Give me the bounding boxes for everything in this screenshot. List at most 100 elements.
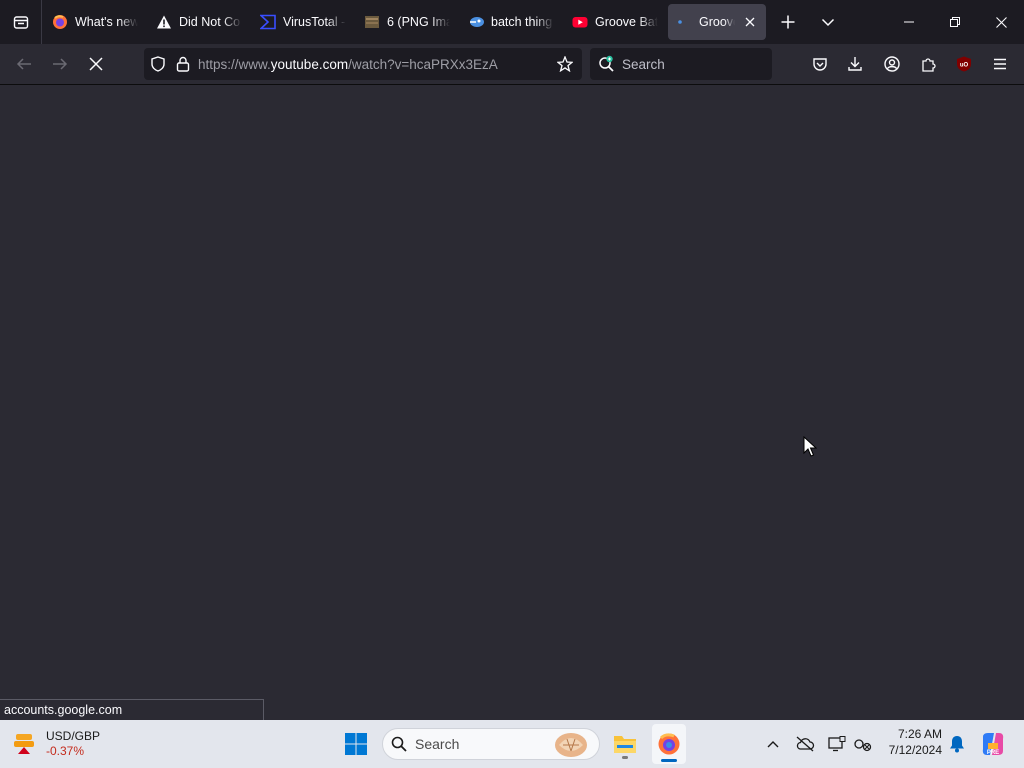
running-indicator — [622, 756, 628, 759]
cloud-offline-icon — [796, 736, 815, 752]
account-icon — [884, 56, 900, 72]
mouse-cursor-icon — [803, 435, 818, 463]
currency-chart-icon — [14, 734, 34, 754]
active-indicator — [661, 759, 677, 762]
new-tab-button[interactable] — [768, 0, 808, 44]
tab-png-image[interactable]: 6 (PNG Ima — [356, 4, 458, 40]
ublock-origin-button[interactable]: uO — [948, 48, 980, 80]
display-icon — [828, 736, 846, 752]
ublock-origin-icon: uO — [957, 56, 971, 72]
firefox-view-icon — [13, 16, 28, 29]
search-bar-placeholder: Search — [622, 56, 665, 72]
url-text[interactable]: https://www.youtube.com/watch?v=hcaPRXx3… — [194, 57, 548, 72]
youtube-icon — [572, 14, 588, 30]
status-panel: accounts.google.com — [0, 699, 264, 721]
tab-batch-thing[interactable]: batch thing — [460, 4, 562, 40]
taskbar-clock[interactable]: 7:26 AM 7/12/2024 — [880, 726, 942, 758]
account-button[interactable] — [876, 48, 908, 80]
search-highlight-shell-icon — [555, 733, 587, 757]
widget-change: -0.37% — [46, 744, 85, 758]
pocket-icon — [813, 58, 827, 71]
pocket-button[interactable] — [804, 48, 836, 80]
loading-icon — [676, 14, 692, 30]
restore-icon — [950, 17, 960, 27]
image-icon — [364, 14, 380, 30]
network-button[interactable] — [852, 732, 874, 756]
weather-finance-widget[interactable]: USD/GBP -0.37% — [12, 726, 100, 762]
stop-button[interactable] — [78, 48, 114, 80]
file-explorer-button[interactable] — [609, 726, 641, 762]
onedrive-button[interactable] — [794, 732, 816, 756]
forward-button[interactable] — [42, 48, 78, 80]
forward-arrow-icon — [53, 58, 68, 70]
download-icon — [848, 57, 862, 71]
copilot-button[interactable]: PRE — [978, 728, 1008, 760]
firefox-icon — [658, 733, 680, 755]
close-tab-icon[interactable] — [742, 14, 758, 30]
taskbar-search-placeholder: Search — [415, 736, 460, 752]
downloads-button[interactable] — [839, 48, 871, 80]
back-button[interactable] — [6, 48, 42, 80]
firefox-icon — [52, 14, 68, 30]
tab-label: VirusTotal - — [283, 15, 346, 29]
start-button[interactable] — [340, 728, 372, 760]
translate-icon — [468, 14, 484, 30]
url-bar[interactable]: https://www.youtube.com/watch?v=hcaPRXx3… — [144, 48, 582, 80]
virustotal-icon — [260, 14, 276, 30]
windows-taskbar: USD/GBP -0.37% Search 7:26 AM 7/12/2024 — [0, 720, 1024, 768]
app-menu-button[interactable] — [984, 48, 1016, 80]
navigation-toolbar: https://www.youtube.com/watch?v=hcaPRXx3… — [0, 44, 1024, 85]
restore-button[interactable] — [932, 0, 978, 44]
search-engine-icon[interactable] — [598, 55, 616, 73]
close-window-button[interactable] — [978, 0, 1024, 44]
search-icon — [391, 736, 407, 752]
warning-icon — [156, 14, 172, 30]
svg-text:PRE: PRE — [987, 750, 999, 756]
extensions-button[interactable] — [912, 48, 944, 80]
network-disconnected-icon — [854, 739, 872, 752]
search-bar[interactable]: Search — [590, 48, 772, 80]
tracking-protection-icon[interactable] — [144, 48, 172, 80]
plus-icon — [781, 15, 795, 29]
minimize-button[interactable] — [886, 0, 932, 44]
chevron-down-icon — [821, 18, 835, 27]
tab-label: Did Not Co — [179, 15, 241, 29]
tab-label: Groove — [699, 15, 735, 29]
back-arrow-icon — [16, 58, 31, 70]
close-icon — [995, 16, 1007, 28]
clock-date: 7/12/2024 — [888, 743, 942, 757]
bookmark-star-icon[interactable] — [548, 48, 582, 80]
windows-logo-icon — [345, 733, 367, 755]
puzzle-piece-icon — [922, 58, 936, 72]
hamburger-menu-icon — [994, 58, 1006, 70]
lock-icon[interactable] — [172, 48, 194, 80]
svg-text:uO: uO — [960, 63, 969, 69]
url-host: youtube.com — [270, 56, 349, 72]
tab-did-not-co[interactable]: Did Not Co — [148, 4, 250, 40]
tab-strip: What's new Did Not Co VirusTotal - 6 (PN… — [0, 0, 1024, 44]
bell-icon — [950, 736, 964, 753]
firefox-taskbar-button[interactable] — [652, 724, 686, 764]
widget-title: USD/GBP — [46, 729, 101, 743]
page-content[interactable] — [0, 86, 1024, 720]
minimize-icon — [904, 21, 914, 23]
tab-label: batch thing — [491, 15, 553, 29]
tab-label: What's new — [75, 15, 138, 29]
stop-icon — [89, 57, 103, 71]
tab-virustotal[interactable]: VirusTotal - — [252, 4, 354, 40]
tab-groove-active[interactable]: Groove — [668, 4, 766, 40]
clock-time: 7:26 AM — [897, 727, 942, 741]
display-button[interactable] — [826, 732, 848, 756]
list-all-tabs-button[interactable] — [808, 0, 848, 44]
url-path: /watch?v=hcaPRXx3EzA — [348, 56, 498, 72]
copilot-icon: PRE — [982, 733, 1004, 756]
chevron-up-icon — [767, 741, 779, 748]
tab-whats-new[interactable]: What's new — [44, 4, 146, 40]
notifications-button[interactable] — [946, 732, 968, 756]
folder-icon — [614, 736, 636, 753]
firefox-view-button[interactable] — [0, 0, 42, 44]
show-hidden-icons-button[interactable] — [762, 732, 784, 756]
tab-groove-bat[interactable]: Groove Bat — [564, 4, 666, 40]
tab-label: Groove Bat — [595, 15, 658, 29]
taskbar-search[interactable]: Search — [382, 728, 600, 760]
